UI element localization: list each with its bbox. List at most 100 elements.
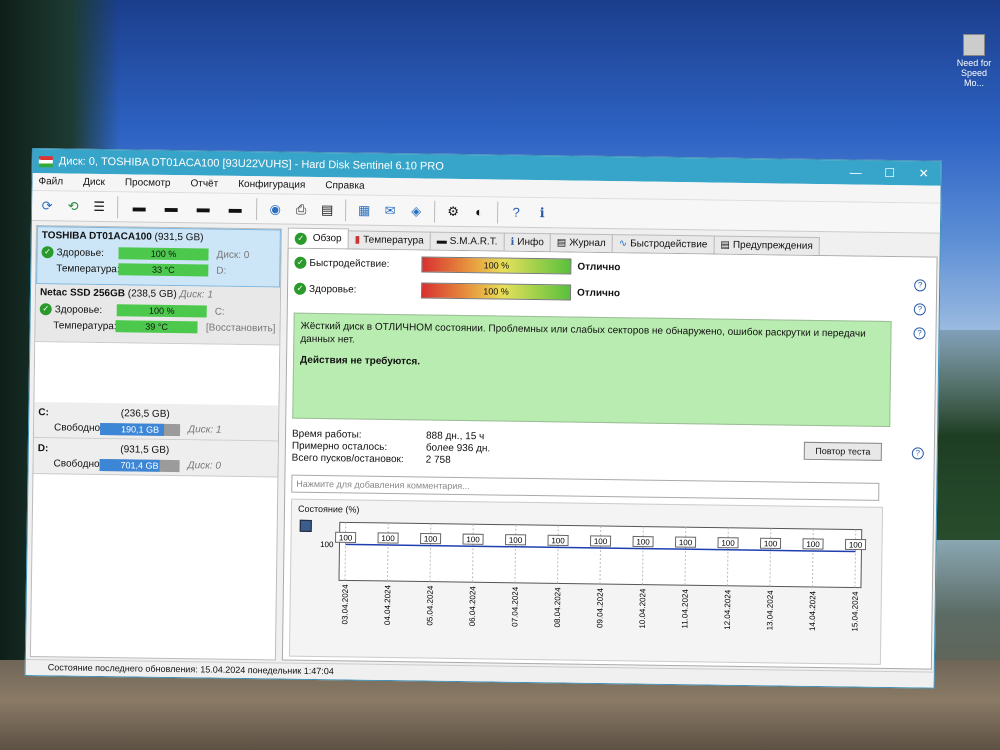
desktop-shortcut[interactable]: Need for Speed Mo... — [952, 34, 996, 88]
details-panel: ✓ Обзор ▮ Температура ▬ S.M.A.R.T. ℹ Инфо ▤ Ж… — [281, 227, 938, 670]
free-space-bar: 190,1 GB — [100, 422, 181, 436]
partition-disk: Диск: 0 — [187, 460, 222, 472]
tab-label: Температура — [363, 234, 424, 247]
free-space-bar: 701,4 GB — [99, 458, 180, 472]
menu-file[interactable]: Файл — [38, 176, 63, 187]
partition-size: (236,5 GB) — [120, 408, 170, 420]
data-label: 100 — [764, 539, 778, 548]
restore-link[interactable]: [Восстановить] — [206, 322, 276, 334]
disk-info-icon[interactable]: ▬ — [157, 196, 185, 218]
uptime-value: 888 дн., 15 ч — [425, 430, 485, 443]
disk-health-icon[interactable]: ▬ — [189, 197, 217, 219]
health-label: Здоровье: — [54, 303, 103, 316]
partition-disk: Диск: 1 — [188, 424, 222, 436]
report-icon[interactable]: ▤ — [316, 198, 338, 220]
performance-status: Отлично — [577, 261, 621, 273]
help-icon[interactable]: ? — [914, 279, 927, 292]
tab-performance[interactable]: ∿ Быстродействие — [611, 234, 715, 254]
toolbar-separator — [345, 198, 347, 221]
refresh-smart-icon[interactable]: ⟲ — [62, 195, 84, 217]
menu-report[interactable]: Отчёт — [190, 178, 218, 189]
tab-warnings[interactable]: ▤ Предупреждения — [713, 235, 820, 256]
tab-info[interactable]: ℹ Инфо — [503, 232, 551, 252]
action-message: Действия не требуются. — [299, 354, 421, 368]
x-tick-label: 13.04.2024 — [765, 590, 775, 631]
starts-label: Всего пусков/остановок: — [291, 452, 404, 466]
tab-label: Инфо — [517, 236, 544, 249]
disk-temp-icon[interactable]: ▬ — [125, 196, 153, 218]
x-tick-label: 10.04.2024 — [638, 588, 648, 629]
health-label: Здоровье: — [56, 246, 105, 259]
help-icon[interactable]: ? — [913, 303, 926, 316]
disk-list-spacer — [34, 342, 280, 406]
free-space-value: 701,4 GB — [120, 459, 159, 471]
check-icon: ✓ — [294, 232, 307, 245]
toolbar-separator — [434, 200, 436, 223]
help-icon[interactable]: ? — [911, 447, 924, 460]
network-icon[interactable]: ◉ — [264, 198, 286, 220]
log-icon: ▤ — [556, 237, 567, 249]
x-tick-label: 09.04.2024 — [595, 587, 605, 628]
tab-label: Быстродействие — [630, 238, 708, 251]
help-icon[interactable]: ? — [913, 327, 926, 340]
print-icon[interactable]: ⎙ — [290, 198, 312, 220]
disk-capacity: (238,5 GB) — [127, 288, 177, 301]
toolbar-separator — [256, 197, 258, 220]
menu-disk[interactable]: Диск — [83, 177, 105, 188]
health-row: ✓ Здоровье: 100 % Отлично — [293, 281, 620, 302]
settings-icon[interactable]: ⚙ — [442, 200, 464, 222]
close-button[interactable]: ✕ — [907, 166, 941, 180]
partition-item-d[interactable]: D: (931,5 GB) Свободно 701,4 GB Диск: 0 — [33, 438, 278, 478]
tab-smart[interactable]: ▬ S.M.A.R.T. — [429, 231, 505, 251]
disk-stats: Время работы: 888 дн., 15 ч Примерно оста… — [292, 429, 491, 468]
game-shortcut-icon — [963, 34, 985, 56]
disk-test-icon[interactable]: ▬ — [221, 197, 249, 219]
minimize-button[interactable]: — — [839, 165, 873, 179]
disk-capacity: (931,5 GB) — [154, 231, 204, 244]
disk-item-1[interactable]: Netac SSD 256GB (238,5 GB) Диск: 1 ✓ Здо… — [35, 284, 281, 346]
mail-icon[interactable]: ✉ — [379, 199, 401, 221]
x-tick-label: 04.04.2024 — [383, 584, 393, 625]
x-tick-label: 05.04.2024 — [425, 585, 435, 626]
tab-overview[interactable]: ✓ Обзор — [287, 227, 349, 249]
help-icon[interactable]: ? — [505, 201, 527, 223]
performance-icon: ∿ — [618, 238, 628, 250]
x-tick-label: 07.04.2024 — [510, 586, 520, 627]
sound-icon[interactable]: ◐ — [468, 201, 490, 223]
refresh-icon[interactable]: ⟳ — [36, 195, 58, 217]
partition-item-c[interactable]: C: (236,5 GB) Свободно 190,1 GB Диск: 1 — [33, 402, 279, 442]
data-label: 100 — [551, 536, 565, 545]
app-icon — [38, 155, 53, 167]
tab-log[interactable]: ▤ Журнал — [549, 233, 613, 253]
data-label: 100 — [466, 535, 480, 544]
thermometer-icon: ▮ — [354, 234, 361, 246]
menu-help[interactable]: Справка — [325, 180, 364, 192]
tab-label: S.M.A.R.T. — [449, 235, 498, 248]
free-label: Свободно — [54, 422, 101, 434]
info-icon[interactable]: ℹ — [531, 201, 553, 223]
tab-label: Журнал — [569, 237, 606, 250]
data-label: 100 — [679, 538, 693, 547]
menu-configuration[interactable]: Конфигурация — [238, 179, 305, 191]
disk-item-0[interactable]: TOSHIBA DT01ACA100 (931,5 GB) ✓ Здоровье… — [36, 226, 281, 288]
report-text-icon[interactable]: ▦ — [353, 199, 375, 221]
health-bar: 100 % — [420, 282, 572, 301]
maximize-button[interactable]: ☐ — [873, 166, 907, 180]
health-bar: 100 % — [116, 304, 207, 318]
x-tick-label: 11.04.2024 — [680, 589, 690, 629]
status-message: Жёсткий диск в ОТЛИЧНОМ состоянии. Пробл… — [300, 320, 866, 346]
menu-view[interactable]: Просмотр — [125, 177, 171, 189]
performance-row: ✓ Быстродействие: 100 % Отлично — [294, 255, 620, 276]
temperature-label: Температура: — [56, 262, 120, 275]
retest-button[interactable]: Повтор теста — [803, 441, 882, 461]
x-tick-label: 12.04.2024 — [723, 589, 733, 630]
disk-list-icon[interactable]: ☰ — [88, 195, 110, 217]
check-icon: ✓ — [39, 303, 52, 316]
disk-temp-row: Температура: 39 °C [Восстановить] — [39, 317, 275, 336]
tab-temperature[interactable]: ▮ Температура — [347, 230, 431, 250]
comment-field[interactable]: Нажмите для добавления комментария... — [291, 474, 880, 501]
network-share-icon[interactable]: ◈ — [405, 200, 427, 222]
x-tick-label: 15.04.2024 — [850, 591, 860, 632]
disk-name: Netac SSD 256GB — [39, 287, 126, 300]
toolbar-separator — [117, 195, 119, 218]
